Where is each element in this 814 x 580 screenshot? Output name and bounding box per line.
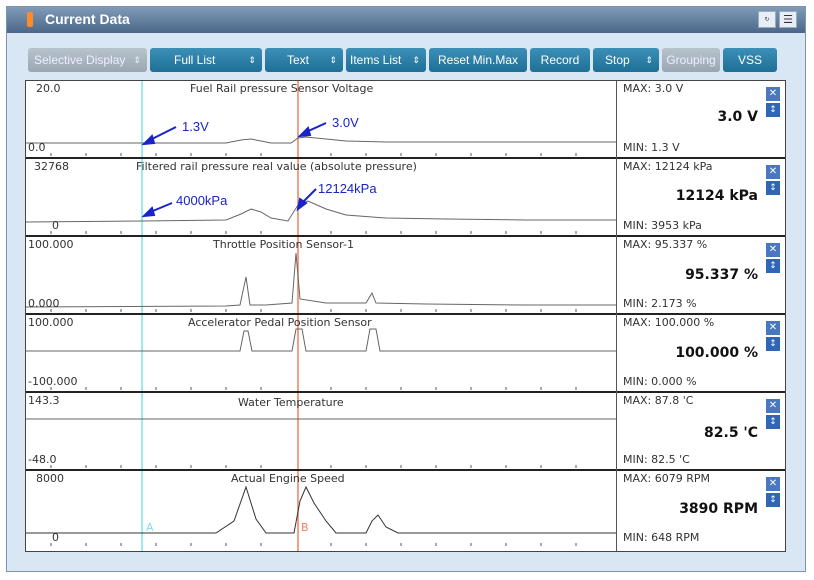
row-max-value: MAX: 12124 kPa [623, 160, 713, 173]
record-button[interactable]: Record [530, 48, 590, 72]
row-separator [26, 157, 785, 159]
row-top-scale: 8000 [36, 472, 64, 485]
row-min-value: MIN: 648 RPM [623, 531, 700, 544]
row-current-value: 3890 RPM [679, 501, 758, 517]
row-min-value: MIN: 1.3 V [623, 141, 680, 154]
row-current-value: 82.5 'C [704, 425, 758, 441]
reorder-icon[interactable]: ↕ [766, 181, 780, 195]
row-separator [26, 313, 785, 315]
cursor-a-annotation: 4000kPa [176, 193, 228, 208]
retry-icon[interactable]: ↻ [758, 11, 776, 28]
row-top-scale: 143.3 [28, 394, 60, 407]
menu-icon[interactable]: ☰ [779, 11, 797, 28]
row-title: Actual Engine Speed [231, 472, 345, 485]
tick-marks [50, 153, 577, 546]
row-max-value: MAX: 3.0 V [623, 82, 684, 95]
row-bottom-scale: 0 [52, 219, 59, 232]
close-icon[interactable]: ✕ [766, 399, 780, 413]
graph-line-fuel-rail-voltage [26, 136, 616, 144]
row-title: Accelerator Pedal Position Sensor [188, 316, 372, 329]
row-bottom-scale: -100.000 [28, 375, 78, 388]
graph-line-throttle-position [26, 252, 616, 308]
reorder-icon[interactable]: ↕ [766, 103, 780, 117]
row-top-scale: 100.000 [28, 316, 74, 329]
reset-min-max-button[interactable]: Reset Min.Max [429, 48, 527, 72]
reorder-icon[interactable]: ↕ [766, 259, 780, 273]
row-max-value: MAX: 87.8 'C [623, 394, 694, 407]
row-bottom-scale: -48.0 [28, 453, 57, 466]
row-bottom-scale: 0 [52, 531, 59, 544]
row-bottom-scale: 0.0 [28, 141, 46, 154]
vss-button[interactable]: VSS [723, 48, 777, 72]
row-max-value: MAX: 100.000 % [623, 316, 715, 329]
close-icon[interactable]: ✕ [766, 243, 780, 257]
row-current-value: 100.000 % [675, 345, 758, 361]
graph-line-accelerator-pedal [26, 328, 616, 352]
reorder-icon[interactable]: ↕ [766, 415, 780, 429]
row-title: Filtered rail pressure real value (absol… [136, 160, 417, 173]
reorder-icon[interactable]: ↕ [766, 493, 780, 507]
cursor-b-annotation: 3.0V [332, 115, 359, 130]
row-title: Water Temperature [238, 396, 344, 409]
text-button[interactable]: Text ⇕ [265, 48, 343, 72]
row-title: Fuel Rail pressure Sensor Voltage [190, 82, 374, 95]
value-column-divider [616, 81, 617, 551]
reorder-icon[interactable]: ↕ [766, 337, 780, 351]
cursor-b-label[interactable]: B [301, 521, 309, 534]
row-top-scale: 20.0 [36, 82, 61, 95]
window-title: Current Data [45, 11, 130, 27]
row-top-scale: 100.000 [28, 238, 74, 251]
grouping-button[interactable]: Grouping [662, 48, 720, 72]
row-min-value: MIN: 0.000 % [623, 375, 697, 388]
row-separator [26, 469, 785, 471]
cursor-b-annotation: 12124kPa [318, 181, 377, 196]
close-icon[interactable]: ✕ [766, 321, 780, 335]
full-list-button[interactable]: Full List ⇕ [150, 48, 262, 72]
title-marker-icon [27, 12, 33, 27]
row-current-value: 12124 kPa [675, 188, 758, 204]
row-min-value: MIN: 2.173 % [623, 297, 697, 310]
row-min-value: MIN: 3953 kPa [623, 219, 702, 232]
row-title: Throttle Position Sensor-1 [213, 238, 354, 251]
close-icon[interactable]: ✕ [766, 165, 780, 179]
row-current-value: 3.0 V [717, 109, 758, 125]
row-current-value: 95.337 % [685, 267, 758, 283]
row-separator [26, 391, 785, 393]
row-min-value: MIN: 82.5 'C [623, 453, 690, 466]
cursor-a-annotation: 1.3V [182, 119, 209, 134]
graph-line-engine-speed [26, 485, 616, 534]
row-max-value: MAX: 6079 RPM [623, 472, 711, 485]
stop-button[interactable]: Stop ⇕ [593, 48, 659, 72]
items-list-button[interactable]: Items List ⇕ [346, 48, 426, 72]
close-icon[interactable]: ✕ [766, 477, 780, 491]
title-bar: Current Data ↻ ☰ [7, 7, 805, 33]
row-separator [26, 235, 785, 237]
row-max-value: MAX: 95.337 % [623, 238, 708, 251]
row-top-scale: 32768 [34, 160, 69, 173]
cursor-a-label[interactable]: A [146, 521, 154, 534]
data-graph-panel: 20.0 Fuel Rail pressure Sensor Voltage 0… [25, 80, 786, 552]
close-icon[interactable]: ✕ [766, 87, 780, 101]
selective-display-button[interactable]: Selective Display ⇕ [28, 48, 147, 72]
row-bottom-scale: 0.000 [28, 297, 60, 310]
graph-line-rail-pressure [26, 200, 616, 223]
